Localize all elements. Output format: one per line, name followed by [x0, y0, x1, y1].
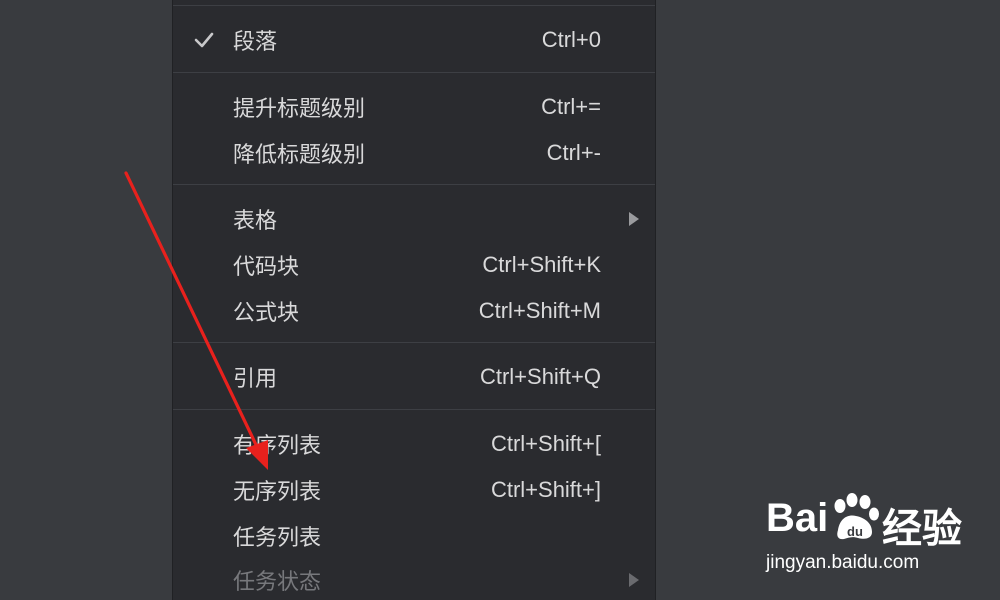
menu-separator: [173, 409, 655, 410]
menu-item-label: 任务状态: [233, 570, 322, 595]
menu-item-shortcut: Ctrl+0: [541, 27, 601, 52]
menu-separator: [173, 184, 655, 185]
menu-item-unordered-list[interactable]: 无序列表 Ctrl+Shift+]: [173, 470, 655, 510]
menu-item-label: 无序列表: [233, 480, 322, 505]
paw-icon: du: [834, 493, 879, 540]
menu-item-shortcut: Ctrl+Shift+M: [478, 298, 601, 323]
svg-text:du: du: [847, 524, 863, 539]
paragraph-context-menu: 段落 Ctrl+0 提升标题级别 Ctrl+= 降低标题级别 Ctrl+- 表格…: [172, 0, 656, 600]
menu-item-label: 公式块: [233, 301, 300, 326]
watermark-brand-right: 经验: [882, 507, 962, 551]
menu-item-math-block[interactable]: 公式块 Ctrl+Shift+M: [173, 291, 655, 331]
chevron-right-icon: [629, 573, 639, 587]
menu-item-shortcut: Ctrl+-: [546, 140, 601, 165]
menu-item-paragraph[interactable]: 段落 Ctrl+0: [173, 20, 655, 60]
menu-item-shortcut: Ctrl+Shift+Q: [479, 364, 601, 389]
menu-item-label: 引用: [233, 367, 278, 392]
menu-item-shortcut: Ctrl+Shift+]: [490, 477, 601, 502]
menu-item-label: 代码块: [233, 255, 300, 280]
menu-item-shortcut: Ctrl+=: [541, 94, 601, 119]
menu-item-promote-heading[interactable]: 提升标题级别 Ctrl+=: [173, 87, 655, 127]
menu-item-label: 降低标题级别: [233, 143, 366, 168]
menu-item-label: 表格: [233, 209, 278, 234]
menu-item-label: 提升标题级别: [233, 97, 366, 122]
menu-item-shortcut: Ctrl+Shift+K: [482, 252, 601, 277]
menu-item-demote-heading[interactable]: 降低标题级别 Ctrl+-: [173, 133, 655, 173]
menu-item-label: 有序列表: [233, 434, 322, 459]
check-icon: [194, 32, 214, 48]
menu-item-shortcut: Ctrl+Shift+[: [490, 431, 601, 456]
screenshot-stage: 段落 Ctrl+0 提升标题级别 Ctrl+= 降低标题级别 Ctrl+- 表格…: [0, 0, 1000, 600]
baidu-jingyan-watermark: Bai du 经验 jingyan.baidu.com: [766, 490, 986, 590]
watermark-brand-left: Bai: [766, 496, 829, 540]
menu-separator: [173, 342, 655, 343]
watermark-url: jingyan.baidu.com: [766, 552, 920, 573]
menu-separator: [173, 5, 655, 6]
menu-item-code-block[interactable]: 代码块 Ctrl+Shift+K: [173, 245, 655, 285]
menu-item-label: 段落: [233, 30, 278, 55]
menu-item-task-list[interactable]: 任务列表: [173, 516, 655, 556]
menu-item-task-status[interactable]: 任务状态: [173, 560, 655, 600]
menu-item-ordered-list[interactable]: 有序列表 Ctrl+Shift+[: [173, 424, 655, 464]
chevron-right-icon: [629, 212, 639, 226]
menu-item-label: 任务列表: [233, 526, 322, 551]
menu-separator: [173, 72, 655, 73]
menu-item-table[interactable]: 表格: [173, 199, 655, 239]
menu-item-quote[interactable]: 引用 Ctrl+Shift+Q: [173, 357, 655, 397]
